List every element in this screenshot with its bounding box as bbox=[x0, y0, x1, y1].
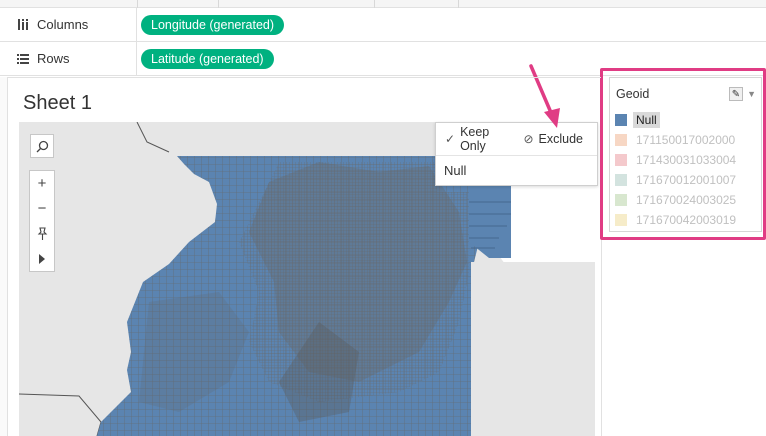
rows-icon bbox=[17, 53, 31, 64]
legend-item-label: 171430031033004 bbox=[636, 153, 737, 167]
minus-icon: − bbox=[37, 200, 47, 217]
tooltip-value: Null bbox=[444, 163, 467, 178]
legend-item[interactable]: 171150017002000 bbox=[610, 130, 761, 150]
legend-item-label: 171670042003019 bbox=[636, 213, 737, 227]
legend-item-label: Null bbox=[633, 112, 660, 128]
zoom-in-button[interactable]: + bbox=[30, 171, 54, 196]
exclude-button[interactable]: ⊘ Exclude bbox=[523, 132, 583, 146]
zoom-out-button[interactable]: − bbox=[30, 196, 54, 221]
legend-item-label: 171150017002000 bbox=[636, 133, 736, 147]
legend-swatch bbox=[615, 174, 627, 186]
longitude-pill[interactable]: Longitude (generated) bbox=[141, 15, 285, 35]
latitude-pill[interactable]: Latitude (generated) bbox=[141, 49, 274, 69]
checkmark-icon: ✓ bbox=[445, 132, 456, 146]
pencil-icon: ✎ bbox=[731, 88, 741, 100]
legend-header: Geoid ✎ ▼ bbox=[610, 78, 761, 110]
legend-item-label: 171670024003025 bbox=[636, 193, 737, 207]
sheet-top-divider bbox=[8, 77, 601, 78]
legend-swatch bbox=[615, 134, 627, 146]
top-toolbar-strip bbox=[0, 0, 766, 8]
search-icon bbox=[36, 140, 48, 152]
legend-item[interactable]: 171670012001007 bbox=[610, 170, 761, 190]
sheet-title: Sheet 1 bbox=[23, 92, 92, 114]
legend-item[interactable]: 171670024003025 bbox=[610, 190, 761, 210]
rows-shelf-label: Rows bbox=[0, 42, 137, 75]
expand-toolbar-button[interactable] bbox=[30, 246, 54, 271]
legend-item-label: 171670012001007 bbox=[636, 173, 737, 187]
columns-shelf-label: Columns bbox=[0, 8, 137, 41]
legend-item[interactable]: Null bbox=[610, 110, 761, 130]
exclude-label: Exclude bbox=[538, 132, 583, 146]
legend-title: Geoid bbox=[616, 87, 650, 101]
rows-label-text: Rows bbox=[37, 51, 70, 66]
geoid-color-legend: Geoid ✎ ▼ Null 171150017002000 17143003103… bbox=[609, 77, 762, 232]
pin-icon bbox=[37, 226, 48, 240]
legend-swatch bbox=[615, 154, 627, 166]
legend-item[interactable]: 171430031033004 bbox=[610, 150, 761, 170]
plus-icon: + bbox=[37, 175, 47, 192]
columns-icon bbox=[17, 19, 31, 30]
map-zoom-toolbar: + − bbox=[29, 170, 55, 272]
exclude-icon: ⊘ bbox=[523, 132, 534, 146]
tableau-workspace: Columns Longitude (generated) Rows Latit… bbox=[0, 0, 766, 436]
edit-colors-button[interactable]: ✎ bbox=[729, 87, 743, 101]
map-search-button[interactable] bbox=[30, 134, 54, 158]
legend-swatch bbox=[615, 194, 627, 206]
legend-item[interactable]: 171670042003019 bbox=[610, 210, 761, 230]
legend-menu-caret-icon[interactable]: ▼ bbox=[747, 89, 756, 99]
mark-tooltip: ✓ Keep Only ⊘ Exclude Null bbox=[435, 122, 598, 186]
left-panel-strip bbox=[0, 77, 8, 436]
legend-swatch bbox=[615, 114, 627, 126]
play-icon bbox=[39, 253, 45, 264]
columns-shelf: Columns Longitude (generated) bbox=[0, 8, 766, 42]
legend-swatch bbox=[615, 214, 627, 226]
columns-label-text: Columns bbox=[37, 17, 89, 32]
tooltip-actions: ✓ Keep Only ⊘ Exclude bbox=[436, 123, 597, 156]
keep-only-button[interactable]: ✓ Keep Only bbox=[445, 125, 509, 153]
pin-button[interactable] bbox=[30, 221, 54, 246]
legend-items: Null 171150017002000 171430031033004 171670… bbox=[610, 110, 761, 230]
keep-only-label: Keep Only bbox=[460, 125, 490, 153]
